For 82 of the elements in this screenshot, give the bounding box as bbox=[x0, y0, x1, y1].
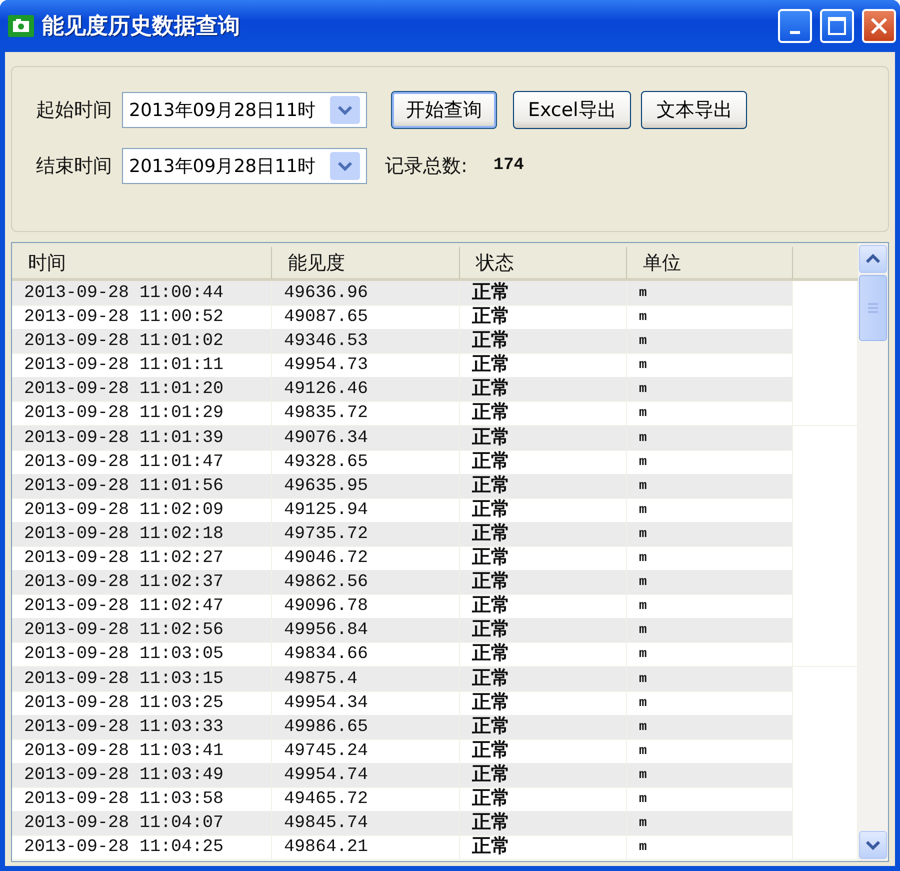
scroll-up-button[interactable] bbox=[859, 245, 887, 273]
table-cell: m bbox=[627, 618, 793, 644]
column-header[interactable]: 时间 bbox=[12, 247, 272, 279]
table-cell: 2013-09-28 11:02:56 bbox=[12, 618, 272, 644]
table-cell: m bbox=[627, 811, 793, 836]
action-button[interactable]: 文本导出 bbox=[641, 91, 748, 129]
table-cell: 正常 bbox=[460, 570, 627, 596]
table-cell: 正常 bbox=[460, 618, 627, 644]
table-cell: m bbox=[627, 570, 793, 596]
dropdown-button[interactable] bbox=[330, 96, 360, 124]
table-cell: m bbox=[627, 377, 793, 402]
table-cell: 2013-09-28 11:03:33 bbox=[12, 714, 272, 740]
table-cell: 正常 bbox=[460, 426, 627, 451]
table-cell: 正常 bbox=[460, 666, 627, 692]
chevron-down-icon bbox=[338, 105, 352, 115]
table-cell: 49864.21 bbox=[272, 835, 460, 860]
table-cell: m bbox=[627, 329, 793, 354]
table-cell: 49845.74 bbox=[272, 811, 460, 836]
table-cell: 49635.95 bbox=[272, 474, 460, 499]
table-cell: 2013-09-28 11:01:56 bbox=[12, 474, 272, 499]
table-cell: 2013-09-28 11:01:20 bbox=[12, 377, 272, 402]
table-cell: 49126.46 bbox=[272, 377, 460, 402]
table-cell: 正常 bbox=[460, 522, 627, 547]
action-button[interactable]: Excel导出 bbox=[513, 91, 632, 129]
column-header[interactable]: 能见度 bbox=[272, 247, 460, 279]
column-header[interactable]: 单位 bbox=[627, 247, 793, 279]
table-cell: 正常 bbox=[460, 281, 627, 306]
end-time-label: 结束时间 bbox=[36, 154, 112, 179]
date-picker[interactable]: 2013年09月28日11时 bbox=[122, 148, 367, 184]
table-cell: 2013-09-28 11:00:44 bbox=[12, 281, 272, 306]
scrollbar-thumb[interactable] bbox=[859, 275, 887, 341]
maximize-icon bbox=[827, 16, 847, 36]
minimize-button[interactable] bbox=[778, 9, 812, 43]
action-button[interactable]: 开始查询 bbox=[391, 91, 497, 129]
table-cell: 2013-09-28 11:01:39 bbox=[12, 426, 272, 451]
chevron-down-icon bbox=[866, 840, 880, 850]
table-cell: 49346.53 bbox=[272, 329, 460, 354]
maximize-button[interactable] bbox=[820, 9, 854, 43]
table-cell: m bbox=[627, 426, 793, 451]
chevron-up-icon bbox=[866, 254, 880, 264]
table-cell: 2013-09-28 11:03:15 bbox=[12, 666, 272, 692]
table-cell: 2013-09-28 11:04:25 bbox=[12, 835, 272, 860]
table-cell: 49875.4 bbox=[272, 666, 460, 692]
table-cell: m bbox=[627, 281, 793, 306]
date-picker[interactable]: 2013年09月28日11时 bbox=[122, 92, 367, 128]
minimize-icon bbox=[790, 30, 800, 34]
scroll-down-button[interactable] bbox=[859, 831, 887, 859]
table-cell: 正常 bbox=[460, 329, 627, 354]
table-cell: 正常 bbox=[460, 377, 627, 402]
close-icon bbox=[869, 16, 889, 36]
close-button[interactable] bbox=[862, 9, 896, 43]
table-cell: 正常 bbox=[460, 811, 627, 836]
table-cell: 2013-09-28 11:02:18 bbox=[12, 522, 272, 547]
table-cell: 49636.96 bbox=[272, 281, 460, 306]
table-cell: 正常 bbox=[460, 762, 627, 788]
table-cell: 2013-09-28 11:02:37 bbox=[12, 570, 272, 596]
column-header[interactable]: 状态 bbox=[460, 247, 627, 279]
record-count-label: 记录总数: bbox=[385, 154, 468, 179]
grip-icon bbox=[867, 303, 879, 313]
table-cell: 2013-09-28 11:04:07 bbox=[12, 811, 272, 836]
chevron-down-icon bbox=[338, 161, 352, 171]
window-title: 能见度历史数据查询 bbox=[42, 12, 240, 40]
table-cell: m bbox=[627, 666, 793, 692]
table-cell: 49735.72 bbox=[272, 522, 460, 547]
table-cell: m bbox=[627, 762, 793, 788]
start-time-label: 起始时间 bbox=[36, 98, 112, 123]
table-cell: 正常 bbox=[460, 474, 627, 499]
record-count: 174 bbox=[493, 155, 524, 178]
table-cell: 2013-09-28 11:03:49 bbox=[12, 762, 272, 788]
app-icon bbox=[8, 15, 34, 37]
table-cell: m bbox=[627, 474, 793, 499]
dropdown-button[interactable] bbox=[330, 152, 360, 180]
table-cell: 正常 bbox=[460, 835, 627, 860]
table-cell: m bbox=[627, 714, 793, 740]
table-cell: m bbox=[627, 522, 793, 547]
table-cell: 49954.74 bbox=[272, 762, 460, 788]
table-cell: 正常 bbox=[460, 714, 627, 740]
table-cell: 49862.56 bbox=[272, 570, 460, 596]
table-cell: 2013-09-28 11:01:02 bbox=[12, 329, 272, 354]
table-cell: 49956.84 bbox=[272, 618, 460, 644]
table-cell: 49076.34 bbox=[272, 426, 460, 451]
table-cell: 49986.65 bbox=[272, 714, 460, 740]
